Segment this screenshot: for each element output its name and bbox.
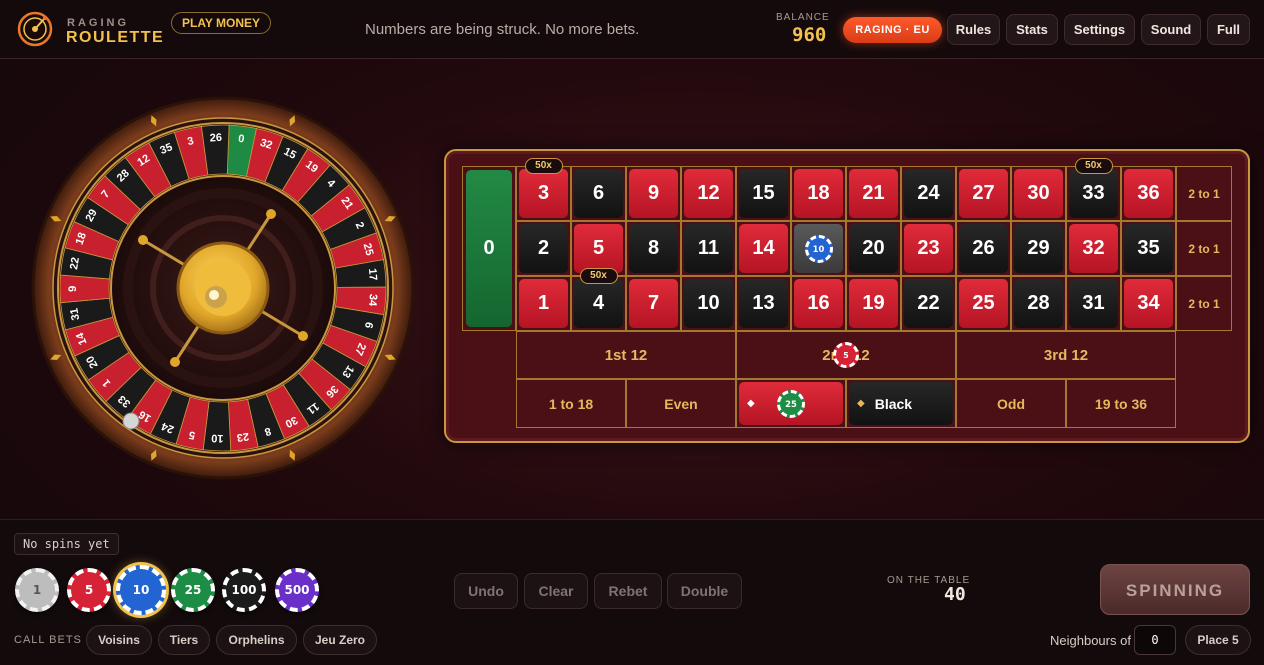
number-26[interactable]: 26 bbox=[959, 224, 1008, 273]
number-30[interactable]: 30 bbox=[1014, 169, 1063, 218]
chip-500[interactable]: 500 bbox=[275, 568, 319, 612]
multiplier-badge-3: 50x bbox=[524, 158, 563, 174]
play-money-badge: PLAY MONEY bbox=[171, 12, 272, 34]
spin-history: No spins yet bbox=[14, 533, 119, 555]
chip-10[interactable]: 10 bbox=[116, 565, 166, 615]
number-8[interactable]: 8 bbox=[629, 224, 678, 273]
balance-value: 960 bbox=[792, 24, 827, 46]
wheel-pocket-number: 31 bbox=[68, 307, 82, 321]
roulette-wheel: 0 32 15 19 4 21 2 25 17 34 6 27 13 36 11 30 8 23 10 5 24 16 33… bbox=[30, 95, 416, 481]
chip-25[interactable]: 25 bbox=[171, 568, 215, 612]
number-36[interactable]: 36 bbox=[1124, 169, 1173, 218]
call-bets-label: CALL BETS bbox=[14, 634, 82, 646]
on-table-value: 40 bbox=[944, 584, 966, 605]
wheel-pocket-number: 34 bbox=[366, 293, 379, 307]
double-button[interactable]: Double bbox=[667, 573, 742, 609]
stats-button[interactable]: Stats bbox=[1006, 14, 1058, 45]
number-11[interactable]: 11 bbox=[684, 224, 733, 273]
sound-button[interactable]: Sound bbox=[1141, 14, 1201, 45]
status-message: Numbers are being struck. No more bets. bbox=[365, 21, 640, 38]
chip-5[interactable]: 5 bbox=[67, 568, 111, 612]
number-1[interactable]: 1 bbox=[519, 279, 568, 328]
tiers-button[interactable]: Tiers bbox=[158, 625, 210, 655]
chip-100[interactable]: 100 bbox=[222, 568, 266, 612]
jeu-zero-button[interactable]: Jeu Zero bbox=[303, 625, 377, 655]
number-22[interactable]: 22 bbox=[904, 279, 953, 328]
placed-chip-2nd-12[interactable]: 5 bbox=[833, 342, 859, 368]
number-27[interactable]: 27 bbox=[959, 169, 1008, 218]
number-7[interactable]: 7 bbox=[629, 279, 678, 328]
logo-title-bottom: ROULETTE bbox=[66, 29, 165, 46]
wheel-pocket-number: 26 bbox=[209, 132, 222, 145]
outside-bet-1-to-18[interactable]: 1 to 18 bbox=[516, 379, 626, 428]
number-16[interactable]: 16 bbox=[794, 279, 843, 328]
multiplier-badge-33: 50x bbox=[1074, 158, 1113, 174]
column-bet-2[interactable]: 2 to 1 bbox=[1176, 221, 1232, 276]
number-31[interactable]: 31 bbox=[1069, 279, 1118, 328]
number-20[interactable]: 20 bbox=[849, 224, 898, 273]
wheel-pocket-number: 22 bbox=[68, 256, 82, 270]
number-15[interactable]: 15 bbox=[739, 169, 788, 218]
wheel-pocket-number: 17 bbox=[366, 268, 379, 281]
column-bet-3[interactable]: 2 to 1 bbox=[1176, 166, 1232, 221]
rebet-button[interactable]: Rebet bbox=[594, 573, 662, 609]
placed-chip-17[interactable]: 10 bbox=[804, 234, 833, 263]
number-32[interactable]: 32 bbox=[1069, 224, 1118, 273]
number-35[interactable]: 35 bbox=[1124, 224, 1173, 273]
roulette-ball bbox=[122, 412, 140, 430]
number-0[interactable]: 0 bbox=[466, 170, 512, 327]
column-bet-1[interactable]: 2 to 1 bbox=[1176, 276, 1232, 331]
chip-1[interactable]: 1 bbox=[15, 568, 59, 612]
number-21[interactable]: 21 bbox=[849, 169, 898, 218]
rules-button[interactable]: Rules bbox=[947, 14, 1000, 45]
multiplier-badge-4: 50x bbox=[579, 268, 618, 284]
roulette-wheel-graphic: 0 321519421225173462713361130823105241633… bbox=[31, 96, 415, 480]
outside-bet-19-to-36[interactable]: 19 to 36 bbox=[1066, 379, 1176, 428]
number-29[interactable]: 29 bbox=[1014, 224, 1063, 273]
roulette-logo-icon bbox=[17, 11, 53, 47]
neighbours-label: Neighbours of bbox=[1050, 633, 1131, 648]
number-10[interactable]: 10 bbox=[684, 279, 733, 328]
placed-chip-red[interactable]: 25 bbox=[777, 389, 805, 418]
number-4[interactable]: 4 bbox=[574, 279, 623, 328]
spin-button[interactable]: SPINNING bbox=[1100, 564, 1250, 615]
bottom-panel: No spins yet 1 5 10 25 100 500 Undo Clear Reb… bbox=[0, 519, 1264, 665]
wheel-pocket-number: 10 bbox=[211, 432, 224, 444]
number-24[interactable]: 24 bbox=[904, 169, 953, 218]
wheel-pocket-number: 23 bbox=[236, 430, 250, 444]
settings-button[interactable]: Settings bbox=[1064, 14, 1135, 45]
number-6[interactable]: 6 bbox=[574, 169, 623, 218]
number-13[interactable]: 13 bbox=[739, 279, 788, 328]
dozen-bet-3[interactable]: 3rd 12 bbox=[956, 331, 1176, 379]
number-28[interactable]: 28 bbox=[1014, 279, 1063, 328]
undo-button[interactable]: Undo bbox=[454, 573, 518, 609]
number-19[interactable]: 19 bbox=[849, 279, 898, 328]
number-5[interactable]: 5 bbox=[574, 224, 623, 273]
orphelins-button[interactable]: Orphelins bbox=[216, 625, 297, 655]
number-34[interactable]: 34 bbox=[1124, 279, 1173, 328]
number-12[interactable]: 12 bbox=[684, 169, 733, 218]
wheel-pocket-number: 9 bbox=[67, 286, 79, 292]
balance-label: BALANCE bbox=[776, 12, 830, 23]
place-neighbours-button[interactable]: Place 5 bbox=[1185, 625, 1251, 655]
outside-bet-odd[interactable]: Odd bbox=[956, 379, 1066, 428]
number-25[interactable]: 25 bbox=[959, 279, 1008, 328]
logo-title-top: RAGING bbox=[67, 17, 129, 29]
dozen-bet-1[interactable]: 1st 12 bbox=[516, 331, 736, 379]
number-2[interactable]: 2 bbox=[519, 224, 568, 273]
region-button[interactable]: RAGING · EU bbox=[843, 17, 942, 43]
top-bar: RAGING ROULETTE PLAY MONEY Numbers are b… bbox=[0, 0, 1264, 59]
fullscreen-button[interactable]: Full bbox=[1207, 14, 1250, 45]
clear-button[interactable]: Clear bbox=[524, 573, 588, 609]
number-9[interactable]: 9 bbox=[629, 169, 678, 218]
number-14[interactable]: 14 bbox=[739, 224, 788, 273]
outside-bet-black-swatch[interactable]: ◆ Black bbox=[849, 382, 953, 425]
outside-bet-even[interactable]: Even bbox=[626, 379, 736, 428]
number-33[interactable]: 33 bbox=[1069, 169, 1118, 218]
voisins-button[interactable]: Voisins bbox=[86, 625, 152, 655]
number-3[interactable]: 3 bbox=[519, 169, 568, 218]
neighbours-input[interactable] bbox=[1134, 625, 1176, 655]
number-18[interactable]: 18 bbox=[794, 169, 843, 218]
number-23[interactable]: 23 bbox=[904, 224, 953, 273]
